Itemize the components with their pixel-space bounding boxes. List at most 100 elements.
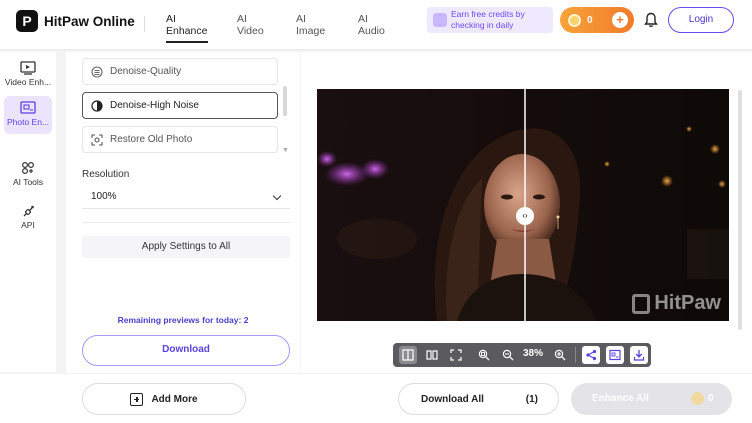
credits-count: 0 [587, 14, 593, 26]
download-image-button[interactable] [630, 346, 648, 364]
left-rail: Video Enh... Photo En... AI Tools API [0, 52, 56, 372]
apply-settings-to-all-button[interactable]: Apply Settings to All [82, 236, 290, 258]
zoom-out-button[interactable] [499, 346, 517, 364]
tab-label-line2: Image [296, 25, 326, 37]
tab-ai-audio[interactable]: AI Audio [358, 13, 385, 37]
side-by-side-button[interactable] [423, 346, 441, 364]
tab-label-line1: AI [237, 13, 247, 25]
comparison-image[interactable]: ‹› HitPaw [317, 89, 729, 321]
watermark-text: HitPaw [654, 292, 721, 314]
resolution-label: Resolution [82, 169, 130, 180]
credits-widget[interactable]: 0 + [560, 7, 634, 33]
tab-label-line1: AI [358, 13, 368, 25]
model-option-restore-old-photo[interactable]: Restore Old Photo [82, 126, 278, 153]
rail-item-label: Video Enh... [4, 77, 52, 87]
preview-scrollbar[interactable] [738, 90, 742, 330]
resolution-value: 100% [91, 191, 117, 202]
zoom-fit-icon [478, 349, 490, 361]
tab-ai-enhance[interactable]: AI Enhance [166, 13, 208, 43]
toolbar-divider [575, 347, 576, 363]
gift-icon [433, 13, 447, 27]
tab-label-line1: AI [166, 13, 176, 25]
comparison-slider-handle[interactable]: ‹› [516, 207, 534, 225]
video-enhance-icon [20, 61, 36, 75]
preview-toolbar: 38% [393, 343, 651, 367]
download-all-label: Download All [421, 394, 484, 405]
rail-item-api[interactable]: API [4, 199, 52, 237]
logo[interactable]: P HitPaw Online [16, 10, 135, 32]
rail-item-ai-tools[interactable]: AI Tools [4, 156, 52, 194]
bottom-bar: Add More Download All (1) Enhance All 0 [0, 374, 752, 423]
preview-area: ‹› HitPaw 38% [301, 52, 752, 373]
settings-panel: Denoise-Quality Denoise-High Noise Resto… [66, 52, 300, 373]
tab-label-line2: Audio [358, 25, 385, 37]
side-by-side-icon [426, 350, 438, 360]
add-file-icon [130, 392, 144, 406]
active-tab-underline [166, 41, 208, 43]
download-count: (1) [525, 394, 538, 405]
compare-export-button[interactable] [606, 346, 624, 364]
download-all-button[interactable]: Download All (1) [398, 383, 559, 415]
add-more-button[interactable]: Add More [82, 383, 246, 415]
nav-divider [144, 16, 145, 32]
share-button[interactable] [582, 346, 600, 364]
model-option-label: Restore Old Photo [110, 134, 193, 145]
zoom-level: 38% [523, 348, 544, 359]
model-option-label: Denoise-Quality [110, 66, 182, 77]
rail-item-label: API [21, 220, 35, 230]
download-icon [633, 350, 645, 361]
fullscreen-icon [450, 349, 462, 361]
enhance-all-button[interactable]: Enhance All 0 [571, 383, 732, 415]
fullscreen-button[interactable] [447, 346, 465, 364]
model-list-scrollbar[interactable] [283, 86, 287, 116]
hitpaw-logo-icon: P [16, 10, 38, 32]
zoom-in-button[interactable] [551, 346, 569, 364]
zoom-out-icon [502, 349, 514, 361]
rail-item-label: AI Tools [12, 177, 44, 187]
share-icon [586, 349, 597, 361]
tab-label-line2: Video [237, 25, 264, 37]
hitpaw-watermark: HitPaw [632, 292, 721, 315]
api-icon [23, 205, 34, 217]
restore-old-photo-icon [91, 133, 103, 146]
tab-ai-image[interactable]: AI Image [296, 13, 325, 37]
promo-line1: Earn free credits by [451, 9, 525, 19]
remaining-previews-text: Remaining previews for today: 2 [117, 315, 249, 325]
zoom-fit-button[interactable] [475, 346, 493, 364]
split-view-button[interactable] [399, 346, 417, 364]
rail-item-video-enhance[interactable]: Video Enh... [4, 56, 52, 94]
panel-divider [82, 222, 290, 223]
enhance-cost: 0 [708, 393, 714, 404]
denoise-quality-icon [91, 65, 103, 78]
tab-ai-video[interactable]: AI Video [237, 13, 264, 37]
compare-export-icon [609, 349, 621, 361]
portrait-photo [317, 89, 729, 321]
resolution-select[interactable]: 100% [82, 187, 290, 209]
add-credits-button[interactable]: + [612, 12, 628, 28]
model-option-denoise-quality[interactable]: Denoise-Quality [82, 58, 278, 85]
download-button[interactable]: Download [82, 335, 290, 366]
model-option-label: Denoise-High Noise [110, 100, 199, 111]
bell-icon[interactable] [644, 12, 658, 28]
tab-label-line1: AI [296, 13, 306, 25]
ai-tools-icon [21, 161, 35, 175]
promo-text: Earn free credits by checking in daily [451, 9, 525, 31]
add-more-label: Add More [151, 393, 198, 405]
denoise-high-noise-icon [91, 99, 103, 112]
promo-checkin-banner[interactable]: Earn free credits by checking in daily [427, 7, 553, 33]
coin-icon [691, 392, 704, 405]
login-button[interactable]: Login [668, 7, 734, 33]
zoom-in-icon [554, 349, 566, 361]
top-bar: P HitPaw Online AI Enhance AI Video AI I… [0, 0, 752, 50]
rail-item-photo-enhance[interactable]: Photo En... [4, 96, 52, 134]
comparison-split-line[interactable] [524, 89, 526, 321]
coin-icon [568, 13, 581, 27]
rail-item-label: Photo En... [6, 117, 50, 127]
enhance-all-label: Enhance All [592, 393, 649, 404]
photo-enhance-icon [20, 101, 36, 114]
model-option-denoise-high-noise[interactable]: Denoise-High Noise [82, 92, 278, 119]
chevron-down-icon [272, 191, 282, 201]
scroll-down-arrow-icon[interactable]: ▼ [282, 147, 289, 154]
promo-line2: checking in daily [451, 20, 514, 30]
split-view-icon [402, 349, 414, 361]
